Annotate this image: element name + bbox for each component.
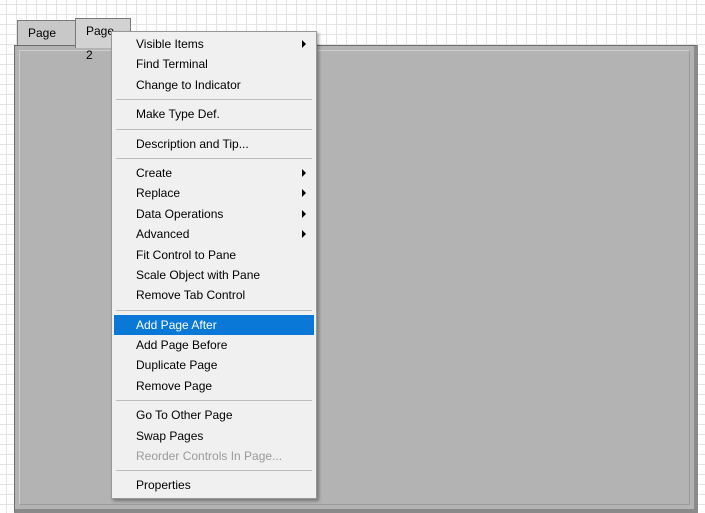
menu-item-label: Visible Items bbox=[136, 37, 204, 51]
menu-item-advanced[interactable]: Advanced bbox=[114, 224, 314, 244]
menu-item-label: Remove Tab Control bbox=[136, 288, 246, 303]
menu-separator bbox=[116, 309, 312, 311]
menu-item-remove-tab-control[interactable]: Remove Tab Control bbox=[114, 285, 314, 305]
submenu-arrow-icon bbox=[302, 209, 306, 218]
context-menu: Visible Items Find Terminal Change to Indi… bbox=[111, 31, 317, 499]
menu-item-add-page-before[interactable]: Add Page Before bbox=[114, 335, 314, 355]
menu-item-visible-items[interactable]: Visible Items bbox=[114, 34, 314, 54]
menu-item-label: Description and Tip... bbox=[136, 136, 249, 151]
submenu-arrow-icon bbox=[302, 189, 306, 198]
menu-item-swap-pages[interactable]: Swap Pages bbox=[114, 426, 314, 446]
menu-item-label: Add Page Before bbox=[136, 338, 228, 353]
menu-separator bbox=[116, 99, 312, 101]
tab-page-1[interactable]: Page 1 bbox=[17, 20, 76, 64]
menu-separator bbox=[116, 470, 312, 472]
menu-item-label: Create bbox=[136, 165, 173, 180]
menu-item-go-to-other-page[interactable]: Go To Other Page bbox=[114, 405, 314, 425]
menu-item-label: Add Page After bbox=[136, 317, 217, 332]
menu-item-label: Properties bbox=[136, 478, 191, 493]
submenu-arrow-icon bbox=[302, 168, 306, 177]
menu-item-properties[interactable]: Properties bbox=[114, 475, 314, 495]
menu-separator bbox=[116, 400, 312, 402]
menu-item-label: Change to Indicator bbox=[136, 77, 241, 92]
menu-separator bbox=[116, 157, 312, 159]
menu-item-fit-control-to-pane[interactable]: Fit Control to Pane bbox=[114, 245, 314, 265]
menu-item-change-to-indicator[interactable]: Change to Indicator bbox=[114, 75, 314, 95]
menu-item-label: Fit Control to Pane bbox=[136, 247, 237, 262]
menu-item-label: Swap Pages bbox=[136, 428, 204, 443]
menu-item-label: Replace bbox=[136, 186, 181, 201]
menu-item-data-operations[interactable]: Data Operations bbox=[114, 204, 314, 224]
menu-item-make-type-def[interactable]: Make Type Def. bbox=[114, 104, 314, 124]
menu-item-label: Data Operations bbox=[136, 206, 224, 221]
menu-item-label: Find Terminal bbox=[136, 57, 208, 72]
menu-item-scale-object-with-pane[interactable]: Scale Object with Pane bbox=[114, 265, 314, 285]
menu-item-label: Go To Other Page bbox=[136, 408, 233, 423]
submenu-arrow-icon bbox=[302, 40, 306, 48]
menu-item-remove-page[interactable]: Remove Page bbox=[114, 376, 314, 396]
menu-item-label: Advanced bbox=[136, 227, 190, 242]
menu-item-duplicate-page[interactable]: Duplicate Page bbox=[114, 355, 314, 375]
menu-item-label: Reorder Controls In Page... bbox=[136, 449, 283, 464]
menu-item-find-terminal[interactable]: Find Terminal bbox=[114, 54, 314, 74]
menu-item-add-page-after[interactable]: Add Page After bbox=[114, 314, 314, 336]
menu-item-replace[interactable]: Replace bbox=[114, 183, 314, 203]
menu-item-label: Remove Page bbox=[136, 378, 213, 393]
menu-item-description-and-tip[interactable]: Description and Tip... bbox=[114, 134, 314, 154]
menu-item-label: Duplicate Page bbox=[136, 358, 218, 373]
menu-item-create[interactable]: Create bbox=[114, 163, 314, 183]
submenu-arrow-icon bbox=[302, 230, 306, 239]
menu-item-label: Scale Object with Pane bbox=[136, 267, 261, 282]
menu-item-label: Make Type Def. bbox=[136, 107, 220, 122]
menu-separator bbox=[116, 128, 312, 130]
menu-item-reorder-controls-in-page: Reorder Controls In Page... bbox=[114, 446, 314, 466]
